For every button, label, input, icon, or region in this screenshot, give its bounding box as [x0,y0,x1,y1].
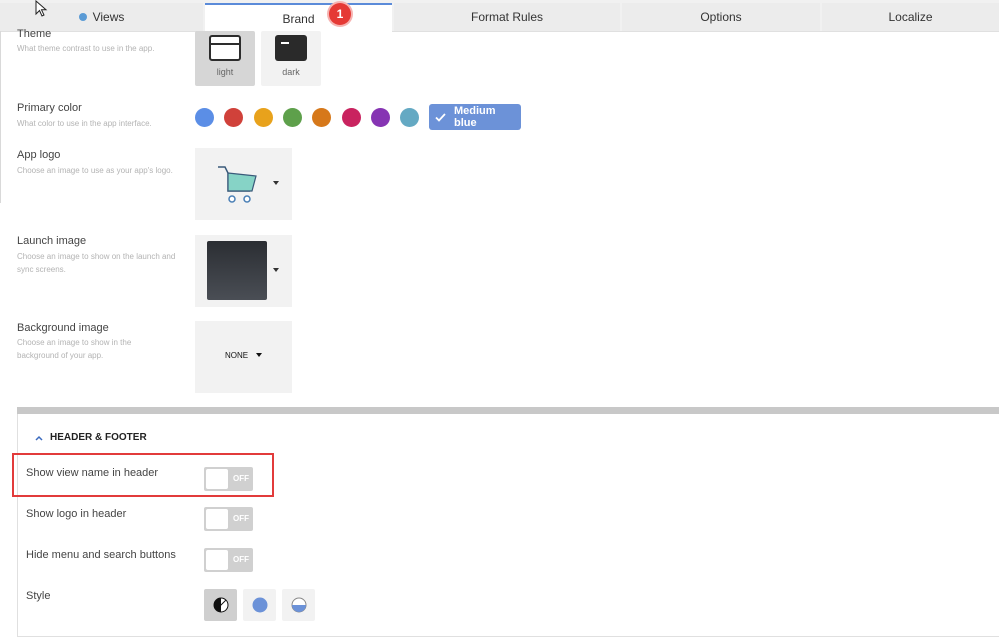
dark-window-icon [275,35,307,61]
app-logo-label: App logo [17,149,61,161]
color-swatch-orange[interactable] [312,108,331,127]
half-contrast-icon [213,597,228,613]
toggle-state: OFF [233,555,249,564]
tab-views[interactable]: Views [0,3,203,31]
check-icon [435,112,446,122]
half-filled-circle-icon [291,597,306,613]
tab-options[interactable]: Options [622,3,820,31]
app-logo-desc: Choose an image to use as your app's log… [17,166,173,175]
style-option-color[interactable] [243,589,276,621]
hide-menu-search-toggle[interactable]: OFF [204,548,253,572]
header-footer-section [17,414,999,637]
tab-brand[interactable]: Brand [205,3,392,32]
primary-color-desc: What color to use in the app interface. [17,119,152,128]
tab-localize[interactable]: Localize [822,3,999,31]
mouse-cursor-icon [35,0,48,17]
theme-label: Theme [17,28,52,40]
theme-option-light[interactable]: light [195,31,255,86]
hide-menu-search-label: Hide menu and search buttons [26,549,176,561]
app-logo-picker[interactable] [195,148,292,220]
tab-bar: Views Brand Format Rules Options Localiz… [0,0,999,32]
left-divider [0,31,1,203]
filled-circle-icon [252,597,267,613]
tab-localize-label: Localize [888,10,933,24]
background-image-label: Background image [17,322,109,334]
show-view-name-toggle[interactable]: OFF [204,467,253,491]
color-swatch-green[interactable] [283,108,302,127]
tab-brand-label: Brand [282,11,315,26]
launch-image-thumbnail [207,241,267,300]
background-image-picker[interactable]: NONE [195,321,292,393]
tab-format-rules[interactable]: Format Rules [394,3,620,31]
primary-color-label: Primary color [17,102,82,114]
tab-options-label: Options [700,10,742,24]
shopping-cart-icon [218,166,257,203]
background-image-desc: Choose an image to show in the backgroun… [17,338,132,360]
show-logo-label: Show logo in header [26,508,127,520]
color-swatch-blue[interactable] [195,108,214,127]
toggle-state: OFF [233,514,249,523]
launch-image-label: Launch image [17,235,87,247]
views-dot-icon [78,13,87,21]
theme-desc: What theme contrast to use in the app. [17,44,155,53]
color-swatch-pink[interactable] [342,108,361,127]
selected-color-label: Medium blue [453,105,496,129]
launch-image-picker[interactable] [195,235,292,307]
section-divider [17,407,999,414]
toggle-knob [206,550,228,570]
step-badge: 1 [329,3,351,25]
light-window-icon [209,35,241,61]
color-swatch-yellow[interactable] [254,108,273,127]
tab-views-label: Views [92,10,125,24]
chevron-up-icon[interactable] [34,434,44,442]
theme-option-dark-label: dark [282,67,300,77]
style-option-contrast[interactable] [204,589,237,621]
tab-format-rules-label: Format Rules [470,10,544,24]
launch-image-dropdown-icon [273,268,279,272]
background-image-dropdown-icon [256,353,262,357]
style-label: Style [26,590,51,602]
launch-image-desc: Choose an image to show on the launch an… [17,252,176,274]
toggle-state: OFF [233,474,249,483]
app-logo-dropdown-icon [273,181,279,185]
background-image-value: NONE [225,351,249,360]
color-swatch-purple[interactable] [371,108,390,127]
color-swatch-red[interactable] [224,108,243,127]
style-option-split[interactable] [282,589,315,621]
toggle-knob [206,469,228,489]
selected-color-button[interactable]: Medium blue [429,104,521,130]
show-logo-toggle[interactable]: OFF [204,507,253,531]
theme-option-dark[interactable]: dark [261,31,321,86]
color-swatch-teal[interactable] [400,108,419,127]
toggle-knob [206,509,228,529]
header-footer-title[interactable]: HEADER & FOOTER [50,432,147,443]
theme-option-light-label: light [216,67,234,77]
show-view-name-label: Show view name in header [26,467,159,479]
